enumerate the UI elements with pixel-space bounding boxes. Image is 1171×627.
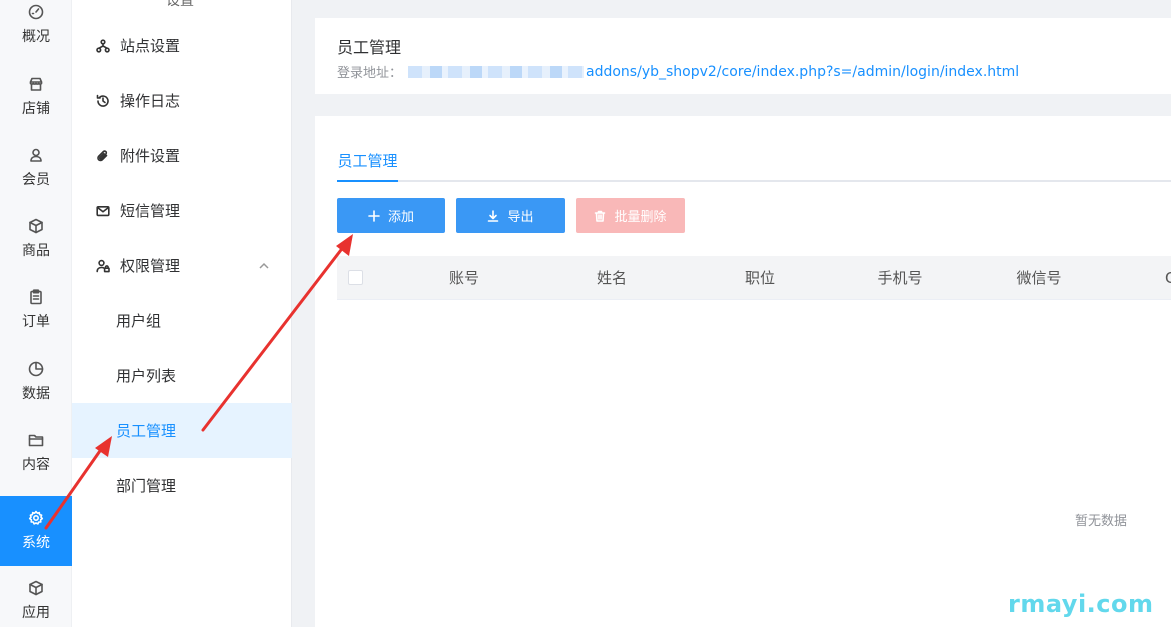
rail-item-overview[interactable]: 概况 <box>0 0 72 60</box>
menu-item-staff-management[interactable]: 员工管理 <box>72 403 292 458</box>
redacted-domain <box>408 65 585 78</box>
menu-item-label: 操作日志 <box>120 92 181 110</box>
gear-icon <box>28 510 44 525</box>
batch-delete-button[interactable]: 批量删除 <box>576 198 685 233</box>
tab-staff-management[interactable]: 员工管理 <box>337 150 398 182</box>
page-title: 员工管理 <box>337 38 402 57</box>
menu-group-title: 设置 <box>166 0 194 9</box>
table-header: 账号 姓名 职位 手机号 微信号 C <box>337 256 1171 300</box>
rail-item-label: 商品 <box>22 243 50 259</box>
menu-item-attachment-settings[interactable]: 附件设置 <box>72 128 292 183</box>
paperclip-icon <box>97 149 108 161</box>
rail-item-order[interactable]: 订单 <box>0 275 72 345</box>
site-watermark: rmayi.com <box>1008 590 1154 618</box>
menu-item-label: 用户组 <box>116 312 162 330</box>
menu-item-user-group[interactable]: 用户组 <box>72 293 292 348</box>
history-icon <box>96 94 109 107</box>
user-icon <box>30 148 42 162</box>
secondary-menu: 设置 站点设置 操作日志 附件设置 短信管理 权限管理 用户组 用户列表 员工管… <box>72 0 292 627</box>
staff-list-card: 员工管理 添加 导出 批量删除 账号 姓名 职位 手机号 微信号 C 暂无数据 <box>315 116 1171 627</box>
column-header-account: 账号 <box>448 269 479 287</box>
dashboard-icon <box>28 4 44 20</box>
user-lock-icon <box>96 259 110 272</box>
chevron-up-icon <box>259 262 269 269</box>
batch-delete-button-label: 批量删除 <box>614 210 667 225</box>
add-button[interactable]: 添加 <box>337 198 445 233</box>
export-button-label: 导出 <box>507 210 534 225</box>
trash-icon <box>595 210 606 222</box>
column-header-clipped: C <box>1165 269 1171 287</box>
menu-item-label: 权限管理 <box>120 257 181 275</box>
tab-bar: 员工管理 <box>337 146 1171 182</box>
menu-item-label: 员工管理 <box>116 422 177 440</box>
download-icon <box>488 209 499 222</box>
rail-item-label: 订单 <box>22 314 50 330</box>
box-icon <box>29 218 43 234</box>
rail-item-data[interactable]: 数据 <box>0 347 72 417</box>
rail-item-goods[interactable]: 商品 <box>0 204 72 274</box>
pie-chart-icon <box>28 361 44 377</box>
menu-item-permission-management[interactable]: 权限管理 <box>72 238 292 293</box>
menu-item-department-management[interactable]: 部门管理 <box>72 458 292 513</box>
clipboard-icon <box>30 289 42 305</box>
column-header-phone: 手机号 <box>877 269 923 287</box>
rail-item-label: 概况 <box>22 29 50 45</box>
login-address-line: 登录地址： addons/yb_shopv2/core/index.php?s=… <box>337 62 1019 82</box>
rail-item-label: 会员 <box>22 172 50 188</box>
menu-item-operation-log[interactable]: 操作日志 <box>72 73 292 128</box>
primary-nav-rail: 概况 店铺 会员 商品 订单 数据 内容 系统 应用 <box>0 0 72 627</box>
page-header-card: 员工管理 登录地址： addons/yb_shopv2/core/index.p… <box>315 18 1171 94</box>
menu-item-user-list[interactable]: 用户列表 <box>72 348 292 403</box>
rail-item-label: 应用 <box>22 605 50 621</box>
empty-state-text: 暂无数据 <box>1075 514 1128 529</box>
menu-item-sms-management[interactable]: 短信管理 <box>72 183 292 238</box>
menu-item-label: 短信管理 <box>120 202 181 220</box>
cube-icon <box>29 580 43 596</box>
menu-item-label: 部门管理 <box>116 477 177 495</box>
menu-item-label: 附件设置 <box>120 147 181 165</box>
rail-item-content[interactable]: 内容 <box>0 418 72 488</box>
rail-item-system[interactable]: 系统 <box>0 496 72 566</box>
rail-item-label: 数据 <box>22 386 50 402</box>
rail-item-label: 系统 <box>22 535 50 551</box>
rail-item-label: 内容 <box>22 457 50 473</box>
rail-item-member[interactable]: 会员 <box>0 133 72 203</box>
add-button-label: 添加 <box>387 210 414 225</box>
menu-item-site-settings[interactable]: 站点设置 <box>72 18 292 73</box>
plus-icon <box>368 209 380 222</box>
store-icon <box>29 77 43 91</box>
sitemap-icon <box>96 38 110 53</box>
menu-item-label: 站点设置 <box>120 37 181 55</box>
column-header-name: 姓名 <box>596 269 627 287</box>
select-all-checkbox[interactable] <box>348 270 363 285</box>
rail-item-store[interactable]: 店铺 <box>0 62 72 132</box>
rail-item-apps[interactable]: 应用 <box>0 566 72 627</box>
mail-icon <box>96 205 110 216</box>
column-header-wechat: 微信号 <box>1016 269 1062 287</box>
login-address-link[interactable]: addons/yb_shopv2/core/index.php?s=/admin… <box>586 64 1019 80</box>
rail-item-label: 店铺 <box>22 101 50 117</box>
login-address-label: 登录地址： <box>337 66 403 81</box>
folder-icon <box>28 434 44 447</box>
column-header-position: 职位 <box>744 269 775 287</box>
menu-item-label: 用户列表 <box>116 367 177 385</box>
export-button[interactable]: 导出 <box>456 198 565 233</box>
